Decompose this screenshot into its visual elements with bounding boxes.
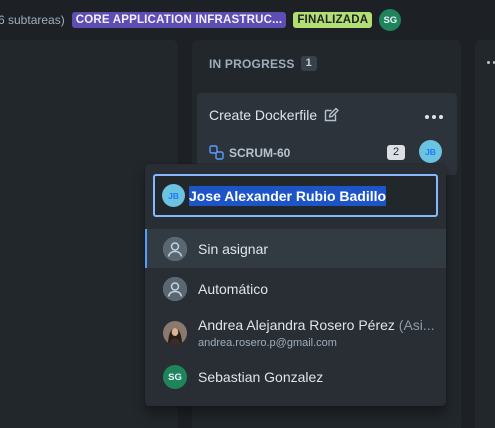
person-icon [163, 277, 187, 301]
story-points-badge: 2 [387, 145, 406, 160]
column-header: IN PROGRESS 1 [209, 56, 317, 71]
card-title-row: Create Dockerfile [209, 107, 339, 123]
person-icon [163, 236, 187, 261]
subtasks-count-text: 6 subtareas) [0, 13, 65, 27]
column-issue-count: 1 [300, 56, 317, 71]
card-key-row: SCRUM-60 [209, 145, 290, 160]
pencil-edit-icon[interactable] [323, 107, 339, 123]
status-lozenge[interactable]: FINALIZADA [293, 12, 373, 28]
assignee-avatar[interactable]: SG [379, 9, 402, 31]
option-label: Sebastian Gonzalez [198, 369, 324, 385]
issue-header-bar: 6 subtareas) CORE APPLICATION INFRASTRUC… [0, 0, 495, 40]
option-label: Automático [198, 281, 269, 297]
issue-card[interactable]: Create Dockerfile SCRUM-60 2 JB [197, 93, 457, 175]
option-email: andrea.rosero.p@gmail.com [198, 337, 337, 349]
more-horizontal-icon[interactable] [425, 115, 443, 119]
user-avatar: SG [163, 365, 187, 389]
option-unassigned[interactable]: Sin asignar [145, 229, 446, 268]
option-label: Andrea Alejandra Rosero Pérez [198, 317, 395, 333]
selected-assignee-avatar: JB [162, 184, 185, 207]
board-column-right [475, 40, 495, 428]
assignee-search-value[interactable]: Jose Alexander Rubio Badillo [189, 185, 387, 206]
option-automatic[interactable]: Automático [145, 270, 446, 308]
subtask-icon [209, 145, 224, 160]
card-title: Create Dockerfile [209, 107, 318, 123]
option-andrea-rosero[interactable]: Andrea Alejandra Rosero Pérez (Asi... an… [145, 311, 446, 355]
option-label: Sin asignar [198, 240, 269, 257]
card-assignee-avatar[interactable]: JB [419, 140, 442, 163]
option-text: Andrea Alejandra Rosero Pérez (Asi... an… [198, 317, 435, 349]
option-sebastian-gonzalez[interactable]: SG Sebastian Gonzalez [145, 359, 446, 395]
user-photo-avatar [163, 321, 187, 345]
assignee-search-input[interactable]: JB Jose Alexander Rubio Badillo [153, 174, 438, 217]
issue-key[interactable]: SCRUM-60 [229, 146, 290, 160]
option-name-line: Andrea Alejandra Rosero Pérez (Asi... [198, 317, 435, 333]
option-suffix: (Asi... [398, 317, 435, 333]
assignee-dropdown: JB Jose Alexander Rubio Badillo Sin asig… [145, 164, 446, 406]
more-horizontal-icon[interactable] [487, 61, 495, 65]
epic-lozenge[interactable]: CORE APPLICATION INFRASTRUC... [71, 12, 287, 28]
column-title: IN PROGRESS [209, 56, 295, 71]
